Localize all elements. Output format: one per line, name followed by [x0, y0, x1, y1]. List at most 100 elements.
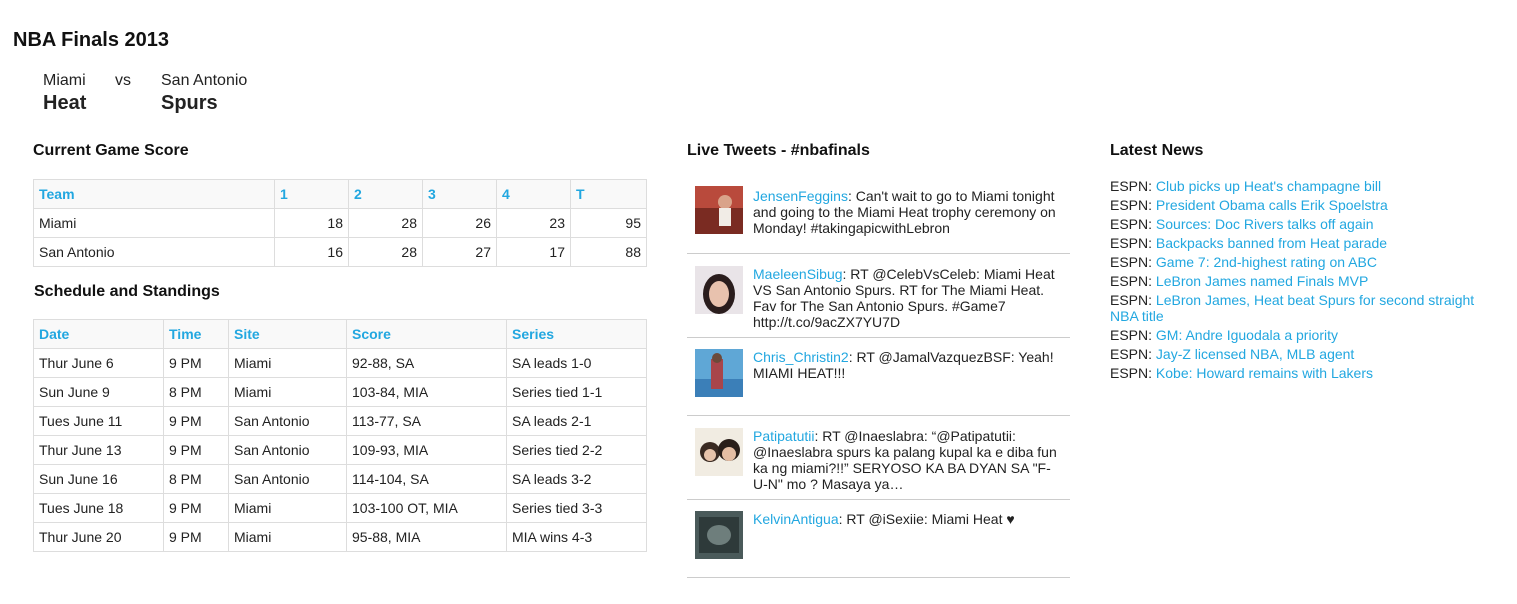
news-link[interactable]: LeBron James named Finals MVP — [1156, 273, 1368, 289]
series-cell: Series tied 1-1 — [506, 377, 647, 407]
tweet-list: JensenFeggins: Can't wait to go to Miami… — [687, 176, 1070, 578]
table-row: Thur June 6 9 PM Miami 92-88, SA SA lead… — [33, 348, 647, 378]
score-cell: 113-77, SA — [346, 406, 507, 436]
home-team-name: Heat — [43, 92, 87, 114]
news-link[interactable]: Game 7: 2nd-highest rating on ABC — [1156, 254, 1377, 270]
score-cell: 18 — [274, 208, 349, 238]
tweet-username-link[interactable]: Patipatutii — [753, 428, 814, 444]
news-item: ESPN: Kobe: Howard remains with Lakers — [1110, 365, 1490, 381]
tweet-item: KelvinAntigua: RT @iSexiie: Miami Heat ♥ — [687, 500, 1070, 578]
time-cell: 9 PM — [163, 522, 229, 552]
tweet-item: JensenFeggins: Can't wait to go to Miami… — [687, 176, 1070, 254]
news-link[interactable]: Sources: Doc Rivers talks off again — [1156, 216, 1374, 232]
avatar[interactable] — [695, 511, 743, 559]
tweet-text: MaeleenSibug: RT @CelebVsCeleb: Miami He… — [753, 266, 1063, 330]
table-row: Tues June 11 9 PM San Antonio 113-77, SA… — [33, 406, 647, 436]
news-item: ESPN: LeBron James, Heat beat Spurs for … — [1110, 292, 1490, 324]
series-cell: SA leads 2-1 — [506, 406, 647, 436]
score-header-row: Team 1 2 3 4 T — [33, 179, 647, 209]
series-cell: Series tied 3-3 — [506, 493, 647, 523]
avatar[interactable] — [695, 186, 743, 234]
news-source: ESPN: — [1110, 292, 1153, 308]
tweet-body: : RT @iSexiie: Miami Heat ♥ — [838, 511, 1015, 527]
score-table: Team 1 2 3 4 T Miami 18 28 26 23 95 San … — [33, 179, 647, 267]
tweet-username-link[interactable]: JensenFeggins — [753, 188, 848, 204]
schedule-header-row: Date Time Site Score Series — [33, 319, 647, 349]
team-cell: Miami — [33, 208, 275, 238]
tweet-item: MaeleenSibug: RT @CelebVsCeleb: Miami He… — [687, 254, 1070, 338]
score-cell: 17 — [496, 237, 571, 267]
news-item: ESPN: Backpacks banned from Heat parade — [1110, 235, 1490, 251]
news-source: ESPN: — [1110, 273, 1153, 289]
news-link[interactable]: Jay-Z licensed NBA, MLB agent — [1156, 346, 1354, 362]
col-total: T — [570, 179, 647, 209]
score-cell: 109-93, MIA — [346, 435, 507, 465]
col-q1: 1 — [274, 179, 349, 209]
date-cell: Thur June 13 — [33, 435, 164, 465]
table-row: Sun June 9 8 PM Miami 103-84, MIA Series… — [33, 377, 647, 407]
date-cell: Sun June 16 — [33, 464, 164, 494]
versus-label: vs — [115, 72, 131, 89]
table-row: Thur June 13 9 PM San Antonio 109-93, MI… — [33, 435, 647, 465]
score-cell: 23 — [496, 208, 571, 238]
avatar[interactable] — [695, 349, 743, 397]
tweet-username-link[interactable]: Chris_Christin2 — [753, 349, 849, 365]
table-row: Miami 18 28 26 23 95 — [33, 208, 647, 238]
col-date: Date — [33, 319, 164, 349]
site-cell: Miami — [228, 522, 347, 552]
col-score: Score — [346, 319, 507, 349]
team-cell: San Antonio — [33, 237, 275, 267]
table-row: Tues June 18 9 PM Miami 103-100 OT, MIA … — [33, 493, 647, 523]
avatar-image-icon — [695, 349, 743, 397]
total-cell: 88 — [570, 237, 647, 267]
score-cell: 26 — [422, 208, 497, 238]
schedule-table: Date Time Site Score Series Thur June 6 … — [33, 319, 647, 552]
col-site: Site — [228, 319, 347, 349]
news-source: ESPN: — [1110, 254, 1153, 270]
news-item: ESPN: Club picks up Heat's champagne bil… — [1110, 178, 1490, 194]
site-cell: San Antonio — [228, 464, 347, 494]
score-cell: 16 — [274, 237, 349, 267]
tweet-username-link[interactable]: MaeleenSibug — [753, 266, 843, 282]
score-cell: 114-104, SA — [346, 464, 507, 494]
news-source: ESPN: — [1110, 327, 1153, 343]
table-row: San Antonio 16 28 27 17 88 — [33, 237, 647, 267]
score-cell: 103-100 OT, MIA — [346, 493, 507, 523]
col-series: Series — [506, 319, 647, 349]
score-cell: 95-88, MIA — [346, 522, 507, 552]
avatar-image-icon — [695, 428, 743, 476]
score-cell: 28 — [348, 237, 423, 267]
tweet-username-link[interactable]: KelvinAntigua — [753, 511, 839, 527]
news-item: ESPN: Jay-Z licensed NBA, MLB agent — [1110, 346, 1490, 362]
avatar[interactable] — [695, 428, 743, 476]
news-link[interactable]: Club picks up Heat's champagne bill — [1156, 178, 1381, 194]
news-link[interactable]: President Obama calls Erik Spoelstra — [1156, 197, 1388, 213]
col-time: Time — [163, 319, 229, 349]
news-link[interactable]: Kobe: Howard remains with Lakers — [1156, 365, 1373, 381]
tweet-text: JensenFeggins: Can't wait to go to Miami… — [753, 188, 1063, 236]
score-cell: 103-84, MIA — [346, 377, 507, 407]
avatar[interactable] — [695, 266, 743, 314]
news-source: ESPN: — [1110, 216, 1153, 232]
time-cell: 9 PM — [163, 348, 229, 378]
away-team: San Antonio Spurs — [161, 72, 247, 116]
col-q2: 2 — [348, 179, 423, 209]
time-cell: 8 PM — [163, 464, 229, 494]
site-cell: Miami — [228, 348, 347, 378]
schedule-heading: Schedule and Standings — [34, 283, 220, 300]
series-cell: Series tied 2-2 — [506, 435, 647, 465]
news-item: ESPN: GM: Andre Iguodala a priority — [1110, 327, 1490, 343]
avatar-image-icon — [695, 186, 743, 234]
time-cell: 9 PM — [163, 435, 229, 465]
news-link[interactable]: LeBron James, Heat beat Spurs for second… — [1110, 292, 1474, 324]
news-link[interactable]: Backpacks banned from Heat parade — [1156, 235, 1387, 251]
news-source: ESPN: — [1110, 346, 1153, 362]
news-link[interactable]: GM: Andre Iguodala a priority — [1156, 327, 1338, 343]
score-heading: Current Game Score — [33, 142, 189, 159]
news-item: ESPN: LeBron James named Finals MVP — [1110, 273, 1490, 289]
col-team: Team — [33, 179, 275, 209]
col-q3: 3 — [422, 179, 497, 209]
tweets-heading: Live Tweets - #nbafinals — [687, 142, 870, 159]
score-cell: 92-88, SA — [346, 348, 507, 378]
time-cell: 9 PM — [163, 406, 229, 436]
